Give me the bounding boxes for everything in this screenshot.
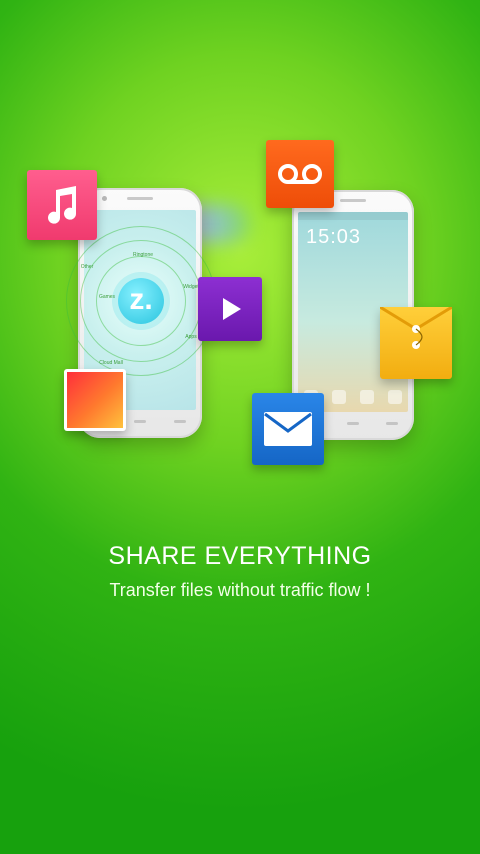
- speaker: [127, 197, 153, 200]
- radar-label: Games: [98, 294, 116, 300]
- radar-label: Other: [80, 264, 94, 270]
- page-subtitle: Transfer files without traffic flow !: [109, 580, 371, 600]
- app-logo: z.: [118, 278, 164, 324]
- radar-label: Ringtone: [132, 252, 153, 258]
- mail-icon: [252, 393, 324, 465]
- music-note-icon: [27, 170, 97, 240]
- front-camera: [102, 196, 107, 201]
- gallery-photo-icon: [64, 369, 126, 431]
- radar-label: Cloud Mall: [99, 360, 123, 366]
- share-radar: z. Ringtone Widget Apps Cloud Mall Games…: [66, 226, 216, 376]
- envelope-folder-icon: [380, 307, 452, 379]
- video-play-icon: [198, 277, 262, 341]
- speaker: [340, 199, 366, 202]
- page-title: SHARE EVERYTHING: [108, 542, 372, 570]
- voicemail-icon: [266, 140, 334, 208]
- hero-illustration: z. Ringtone Widget Apps Cloud Mall Games…: [0, 0, 480, 520]
- clock-text: 15:03: [306, 226, 362, 248]
- status-bar: [298, 212, 408, 220]
